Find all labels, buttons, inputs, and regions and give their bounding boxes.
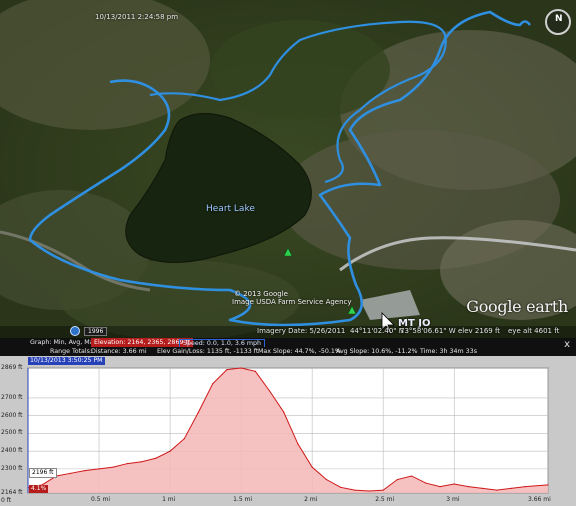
latitude-readout: 44°11'02.40" N — [350, 327, 404, 335]
x-tick-label-2: 1.5 mi — [233, 496, 253, 503]
copyright-line-1: © 2013 Google — [234, 290, 288, 298]
elevation-point-21 — [325, 478, 327, 481]
elevation-point-19 — [297, 443, 299, 445]
elevation-point-16 — [254, 370, 256, 372]
cursor-slope-label: 4.1% — [29, 485, 49, 493]
close-icon[interactable]: x — [564, 339, 570, 350]
elevation-point-27 — [411, 475, 413, 477]
x-tick-label-5: 3 mi — [446, 496, 460, 503]
elevation-readout: elev 2169 ft — [458, 327, 501, 335]
elevation-point-7 — [126, 462, 129, 465]
avg-slope-stat: Avg Slope: 10.6%, -11.2% — [336, 348, 418, 355]
x-tick-label-3: 2 mi — [304, 496, 318, 503]
imagery-timestamp: 10/13/2011 2:24:58 pm — [95, 13, 179, 21]
elevation-point-4 — [84, 470, 86, 472]
x-tick-label-0: 0.5 mi — [91, 496, 110, 503]
y-tick-label-2: 2600 ft — [1, 411, 23, 419]
elevation-profile-panel[interactable]: Graph: Min, Avg, Max Elevation: 2164, 23… — [0, 338, 576, 506]
elevation-point-35 — [524, 486, 526, 488]
satellite-imagery — [0, 0, 576, 338]
cursor-time-label: 10/13/2013 3:50:25 PM — [28, 357, 105, 365]
elevation-point-6 — [112, 466, 114, 468]
y-axis-zero-label: 0 ft — [1, 497, 12, 504]
elevation-point-33 — [496, 489, 498, 491]
map-viewport[interactable]: 10/13/2011 2:24:58 pm Heart Lake © 2013 … — [0, 0, 576, 338]
elevation-point-9 — [155, 457, 157, 459]
y-tick-label-6: 2164 ft — [1, 489, 23, 496]
y-tick-label-5: 2300 ft — [1, 464, 23, 472]
elevation-point-32 — [482, 487, 484, 489]
elevation-point-14 — [226, 368, 228, 371]
x-tick-label-1: 1 mi — [162, 496, 176, 503]
y-tick-label-4: 2400 ft — [1, 447, 23, 455]
y-tick-label-3: 2500 ft — [1, 429, 23, 437]
elevation-point-15 — [240, 367, 242, 369]
google-earth-window: 10/13/2011 2:24:58 pm Heart Lake © 2013 … — [0, 0, 576, 506]
x-tick-label-6: 3.66 mi — [528, 496, 551, 503]
elevation-chart[interactable] — [0, 356, 576, 506]
imagery-date: Imagery Date: 5/26/2011 — [257, 327, 346, 335]
cursor-elevation-label: 2196 ft — [29, 468, 57, 478]
compass-north-icon: N — [555, 14, 563, 24]
range-totals-row: Range Totals: Distance: 3.66 mi Elev Gai… — [0, 347, 576, 356]
elevation-point-17 — [268, 390, 271, 392]
time-stat: Time: 3h 34m 33s — [420, 348, 477, 355]
elevation-point-24 — [368, 490, 370, 492]
y-tick-label-0: 2869 ft — [1, 364, 23, 371]
x-tick-label-4: 2.5 mi — [375, 496, 395, 503]
elevation-point-5 — [98, 468, 100, 470]
elevation-point-29 — [439, 486, 441, 488]
elevation-point-31 — [467, 486, 470, 488]
elevation-point-8 — [141, 461, 143, 463]
elevation-point-20 — [311, 466, 313, 468]
elevation-point-28 — [425, 482, 427, 484]
graph-stats-row: Graph: Min, Avg, Max Elevation: 2164, 23… — [0, 338, 576, 348]
elevation-point-13 — [212, 383, 214, 385]
elev-gain-loss-stat: Elev Gain/Loss: 1135 ft, -1133 ft — [157, 348, 259, 355]
distance-stat: Distance: 3.66 mi — [91, 348, 147, 355]
longitude-readout: 73°58'06.61" W — [400, 327, 456, 335]
elevation-point-10 — [169, 450, 171, 452]
imagery-year-badge[interactable]: 1996 — [84, 327, 108, 336]
elevation-point-36 — [547, 484, 549, 486]
elevation-point-25 — [382, 489, 384, 491]
y-tick-label-1: 2700 ft — [1, 393, 23, 401]
elevation-point-22 — [339, 486, 342, 488]
elevation-point-18 — [283, 411, 285, 413]
google-earth-logo: Google earth — [466, 297, 568, 316]
elevation-point-3 — [70, 472, 72, 474]
range-totals-label: Range Totals: — [50, 348, 93, 355]
elevation-point-34 — [510, 487, 512, 489]
elevation-point-26 — [396, 478, 398, 481]
elevation-point-11 — [183, 438, 185, 440]
elevation-stat[interactable]: Elevation: 2164, 2365, 2869 ft — [91, 338, 194, 347]
graph-mode-label: Graph: Min, Avg, Max — [30, 339, 98, 346]
elevation-point-12 — [197, 411, 200, 413]
historical-imagery-clock-icon[interactable] — [70, 326, 80, 336]
elevation-point-30 — [453, 483, 455, 485]
max-slope-stat: Max Slope: 44.7%, -50.1% — [258, 348, 341, 355]
lake-label[interactable]: Heart Lake — [206, 204, 255, 214]
copyright-line-2: Image USDA Farm Service Agency — [232, 298, 352, 306]
eye-altitude-readout: eye alt 4601 ft — [508, 327, 560, 335]
elevation-point-23 — [354, 489, 356, 491]
